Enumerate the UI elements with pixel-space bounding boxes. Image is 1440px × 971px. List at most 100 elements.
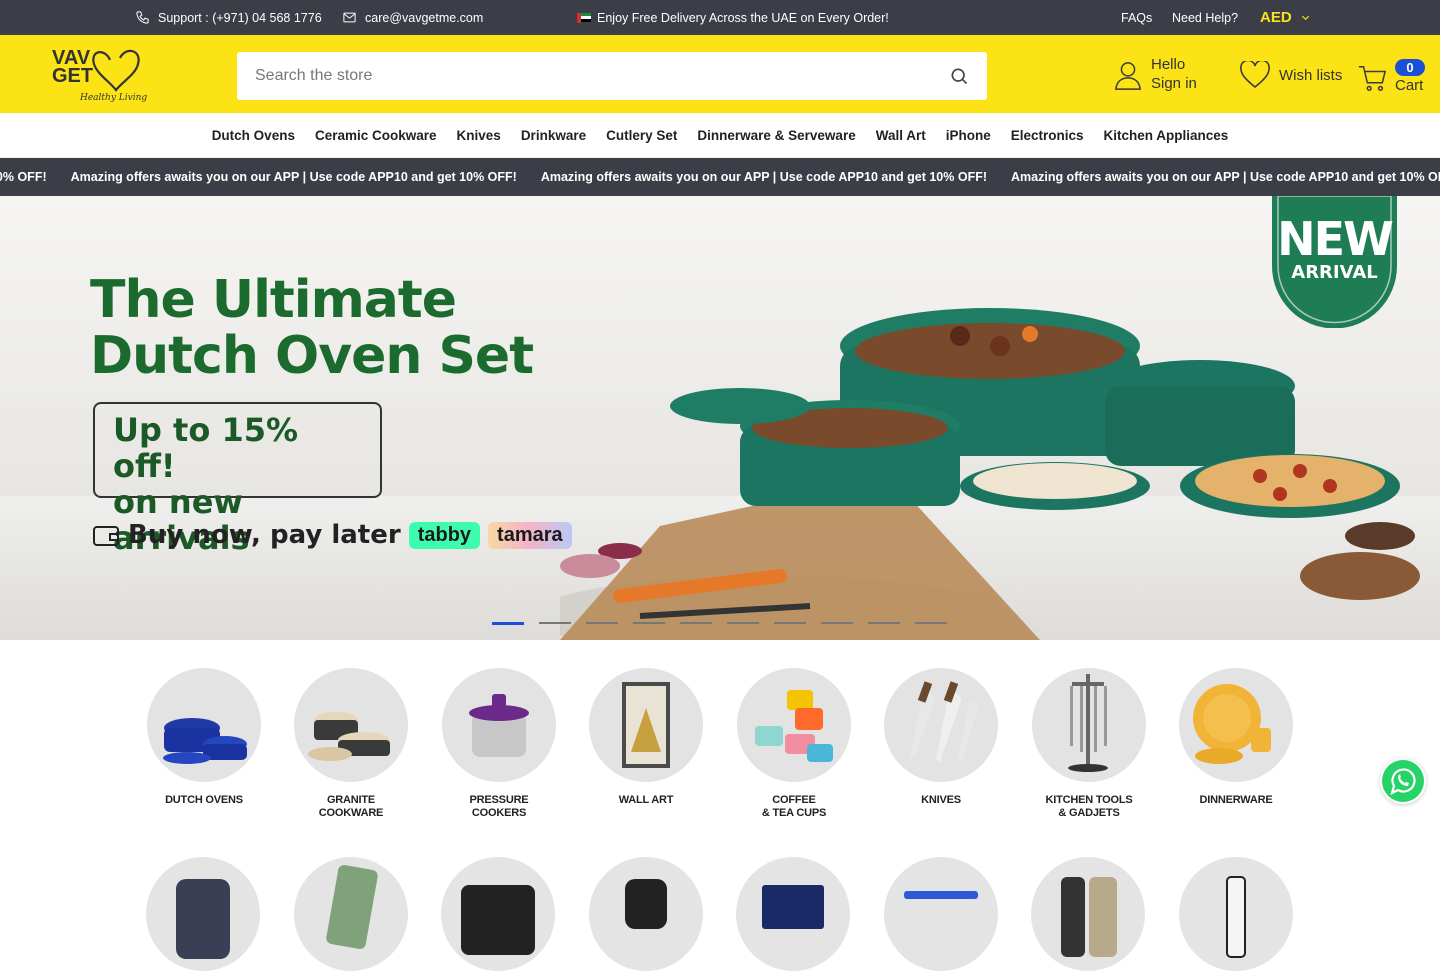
- slider-dots: [492, 622, 947, 625]
- search-icon[interactable]: [949, 66, 969, 86]
- slider-dot[interactable]: [539, 622, 571, 624]
- paylater-row: Buy now, pay later tabby tamara: [92, 520, 572, 550]
- nav-ceramic-cookware[interactable]: Ceramic Cookware: [315, 128, 437, 143]
- nav-dinnerware-serveware[interactable]: Dinnerware & Serveware: [697, 128, 855, 143]
- heart-icon: [1240, 61, 1270, 89]
- category-kitchen-tools[interactable]: KITCHEN TOOLS & GADJETS: [1031, 668, 1147, 820]
- category-granite-cookware[interactable]: GRANITE COOKWARE: [293, 668, 409, 820]
- main-nav: Dutch Ovens Ceramic Cookware Knives Drin…: [0, 113, 1440, 158]
- category-image: [442, 668, 556, 782]
- category-label: & TEA CUPS: [761, 807, 827, 819]
- cart-count-badge: 0: [1395, 59, 1425, 76]
- category-tile-mats[interactable]: [294, 857, 408, 971]
- tamara-logo: tamara: [488, 521, 572, 549]
- nav-cutlery-set[interactable]: Cutlery Set: [606, 128, 677, 143]
- category-label: COOKWARE: [318, 807, 384, 819]
- paylater-text: Buy now, pay later: [128, 520, 401, 550]
- slider-dot[interactable]: [868, 622, 900, 624]
- category-label: WALL ART: [618, 794, 674, 806]
- category-label: GRANITE: [326, 794, 376, 806]
- need-help-link[interactable]: Need Help?: [1172, 0, 1238, 35]
- vavget-logo[interactable]: VAV GET Healthy Living: [50, 44, 162, 106]
- category-tile-watches[interactable]: [589, 857, 703, 971]
- currency-selector[interactable]: AED: [1260, 0, 1311, 35]
- category-pressure-cookers[interactable]: PRESSURE COOKERS: [441, 668, 557, 820]
- marquee-item: Amazing offers awaits you on our APP | U…: [1011, 170, 1440, 184]
- category-dinnerware[interactable]: DINNERWARE: [1178, 668, 1294, 807]
- category-tile-smartphones[interactable]: [1031, 857, 1145, 971]
- category-dutch-ovens[interactable]: DUTCH OVENS: [146, 668, 262, 807]
- cart-icon: [1358, 66, 1387, 91]
- slider-dot[interactable]: [680, 622, 712, 624]
- faqs-link[interactable]: FAQs: [1121, 0, 1152, 35]
- hero-cookware-illustration: [560, 308, 1420, 640]
- category-label: DUTCH OVENS: [165, 794, 243, 806]
- nav-electronics[interactable]: Electronics: [1011, 128, 1084, 143]
- category-tile-containers[interactable]: [884, 857, 998, 971]
- nav-drinkware[interactable]: Drinkware: [521, 128, 586, 143]
- offer-line1: Up to 15% off!: [113, 411, 299, 485]
- tabby-logo: tabby: [408, 521, 481, 549]
- svg-text:GET: GET: [52, 65, 93, 87]
- slider-dot[interactable]: [774, 622, 806, 624]
- category-wall-art[interactable]: WALL ART: [588, 668, 704, 807]
- category-image: [1179, 668, 1293, 782]
- support-email[interactable]: care@vavgetme.com: [342, 0, 483, 35]
- account-signin[interactable]: Hello Sign in: [1113, 55, 1197, 94]
- promo-text: Enjoy Free Delivery Across the UAE on Ev…: [597, 10, 889, 25]
- faqs-label: FAQs: [1121, 10, 1153, 25]
- marquee-item: Amazing offers awaits you on our APP | U…: [540, 170, 987, 184]
- slider-dot[interactable]: [727, 622, 759, 624]
- mail-icon: [343, 12, 356, 23]
- promo-marquee: nd get 10% OFF! Amazing offers awaits yo…: [0, 158, 1440, 196]
- nav-iphone[interactable]: iPhone: [946, 128, 991, 143]
- hero-title-line2: Dutch Oven Set: [90, 326, 534, 386]
- wishlist-label: Wish lists: [1279, 66, 1343, 84]
- category-label: KITCHEN TOOLS: [1045, 794, 1133, 806]
- marquee-item: nd get 10% OFF!: [0, 170, 47, 184]
- hero-banner[interactable]: The Ultimate Dutch Oven Set Up to 15% of…: [0, 196, 1440, 640]
- category-label: & GADJETS: [1058, 807, 1120, 819]
- category-coffee-tea-cups[interactable]: COFFEE & TEA CUPS: [736, 668, 852, 820]
- category-image: [737, 668, 851, 782]
- category-label: KNIVES: [921, 794, 961, 806]
- user-icon: [1114, 61, 1142, 90]
- search-input[interactable]: [255, 67, 949, 85]
- slider-dot[interactable]: [821, 622, 853, 624]
- svg-text:Healthy Living: Healthy Living: [79, 93, 147, 103]
- category-tile-iphone[interactable]: [146, 857, 260, 971]
- hero-title-line1: The Ultimate: [90, 270, 457, 330]
- account-signin-label: Sign in: [1151, 75, 1197, 92]
- slider-dot[interactable]: [586, 622, 618, 624]
- nav-kitchen-appliances[interactable]: Kitchen Appliances: [1104, 128, 1229, 143]
- whatsapp-chat-button[interactable]: [1380, 758, 1426, 804]
- category-tile-laptops[interactable]: [736, 857, 850, 971]
- nav-wall-art[interactable]: Wall Art: [876, 128, 926, 143]
- category-label: DINNERWARE: [1199, 794, 1273, 806]
- category-label: PRESSURE: [469, 794, 529, 806]
- category-knives[interactable]: KNIVES: [883, 668, 999, 807]
- cart-button[interactable]: 0 Cart: [1357, 57, 1427, 101]
- slider-dot[interactable]: [915, 622, 947, 624]
- badge-new: NEW: [1277, 212, 1394, 266]
- slider-dot[interactable]: [492, 622, 524, 625]
- marquee-item: Amazing offers awaits you on our APP | U…: [70, 170, 517, 184]
- category-label: COFFEE: [772, 794, 816, 806]
- category-label: COOKERS: [471, 807, 527, 819]
- nav-dutch-ovens[interactable]: Dutch Ovens: [212, 128, 295, 143]
- category-tile-tablets[interactable]: [441, 857, 555, 971]
- hero-title: The Ultimate Dutch Oven Set: [90, 270, 534, 386]
- site-header: VAV GET Healthy Living Hello Sign in Wis…: [0, 35, 1440, 113]
- wishlist-link[interactable]: Wish lists: [1239, 61, 1342, 89]
- nav-knives[interactable]: Knives: [457, 128, 501, 143]
- email-text: care@vavgetme.com: [365, 10, 484, 25]
- category-image: [589, 668, 703, 782]
- category-image: [147, 668, 261, 782]
- currency-label: AED: [1260, 9, 1292, 26]
- support-phone[interactable]: Support : (+971) 04 568 1776: [135, 0, 322, 35]
- slider-dot[interactable]: [633, 622, 665, 624]
- offer-box: Up to 15% off! on new arrivals: [93, 402, 382, 556]
- support-text: Support : (+971) 04 568 1776: [158, 10, 322, 25]
- delivery-promo: Enjoy Free Delivery Across the UAE on Ev…: [577, 0, 889, 35]
- category-tile-consoles[interactable]: [1179, 857, 1293, 971]
